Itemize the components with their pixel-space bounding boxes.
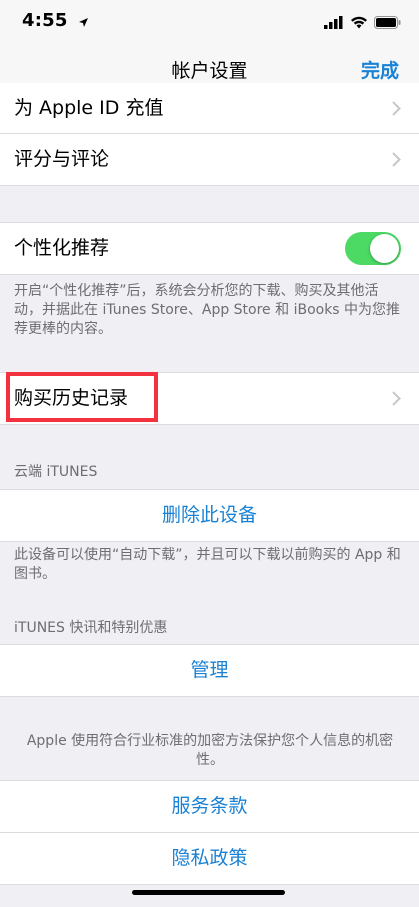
legal-group: 服务条款 隐私政策 xyxy=(0,780,419,885)
location-arrow-icon xyxy=(78,13,89,32)
battery-icon xyxy=(374,14,401,33)
personalization-label: 个性化推荐 xyxy=(14,237,110,259)
page-title-overlay: 帐户设置 xyxy=(171,60,248,82)
ratings-reviews-label: 评分与评论 xyxy=(14,148,110,170)
done-button-overlay[interactable]: 完成 xyxy=(361,56,399,83)
cloud-itunes-note: 此设备可以使用“自动下载”，并且可以下载以前购买的 App 和图书。 xyxy=(14,547,401,582)
personalization-row: 个性化推荐 xyxy=(0,223,419,274)
personalization-note: 开启“个性化推荐”后，系统会分析您的下载、购买及其他活动，并据此在 iTunes… xyxy=(14,283,401,337)
cloud-itunes-group: 删除此设备 xyxy=(0,489,419,542)
privacy-note: Apple 使用符合行业标准的加密方法保护您个人信息的机密性。 xyxy=(26,733,394,768)
home-indicator xyxy=(132,890,285,895)
status-bar: 4:55 xyxy=(0,0,419,44)
manage-button[interactable]: 管理 xyxy=(0,645,419,696)
privacy-policy-button[interactable]: 隐私政策 xyxy=(0,833,419,884)
ratings-reviews-row[interactable]: 评分与评论 xyxy=(0,134,419,185)
add-funds-row[interactable]: 为 Apple ID 充值 xyxy=(0,83,419,134)
highlight-box xyxy=(6,372,158,422)
itunes-news-header: iTUNES 快讯和特别优惠 xyxy=(14,620,168,636)
signal-icon xyxy=(324,14,344,33)
chevron-right-icon xyxy=(392,101,401,120)
navigation-bar-overlay: 帐户设置 完成 xyxy=(0,44,419,83)
toggle-knob xyxy=(370,234,399,263)
cloud-itunes-header: 云端 iTUNES xyxy=(14,464,98,480)
wifi-icon xyxy=(350,14,368,33)
terms-button[interactable]: 服务条款 xyxy=(0,781,419,833)
personalization-group: 个性化推荐 xyxy=(0,222,419,275)
personalization-toggle[interactable] xyxy=(345,232,401,265)
remove-device-button[interactable]: 删除此设备 xyxy=(0,490,419,541)
status-indicators xyxy=(324,14,401,33)
chevron-right-icon xyxy=(392,391,401,410)
itunes-news-group: 管理 xyxy=(0,644,419,697)
account-actions-group: 为 Apple ID 充值 评分与评论 xyxy=(0,83,419,186)
add-funds-label: 为 Apple ID 充值 xyxy=(14,97,164,119)
chevron-right-icon xyxy=(392,152,401,171)
status-time: 4:55 xyxy=(22,10,68,31)
